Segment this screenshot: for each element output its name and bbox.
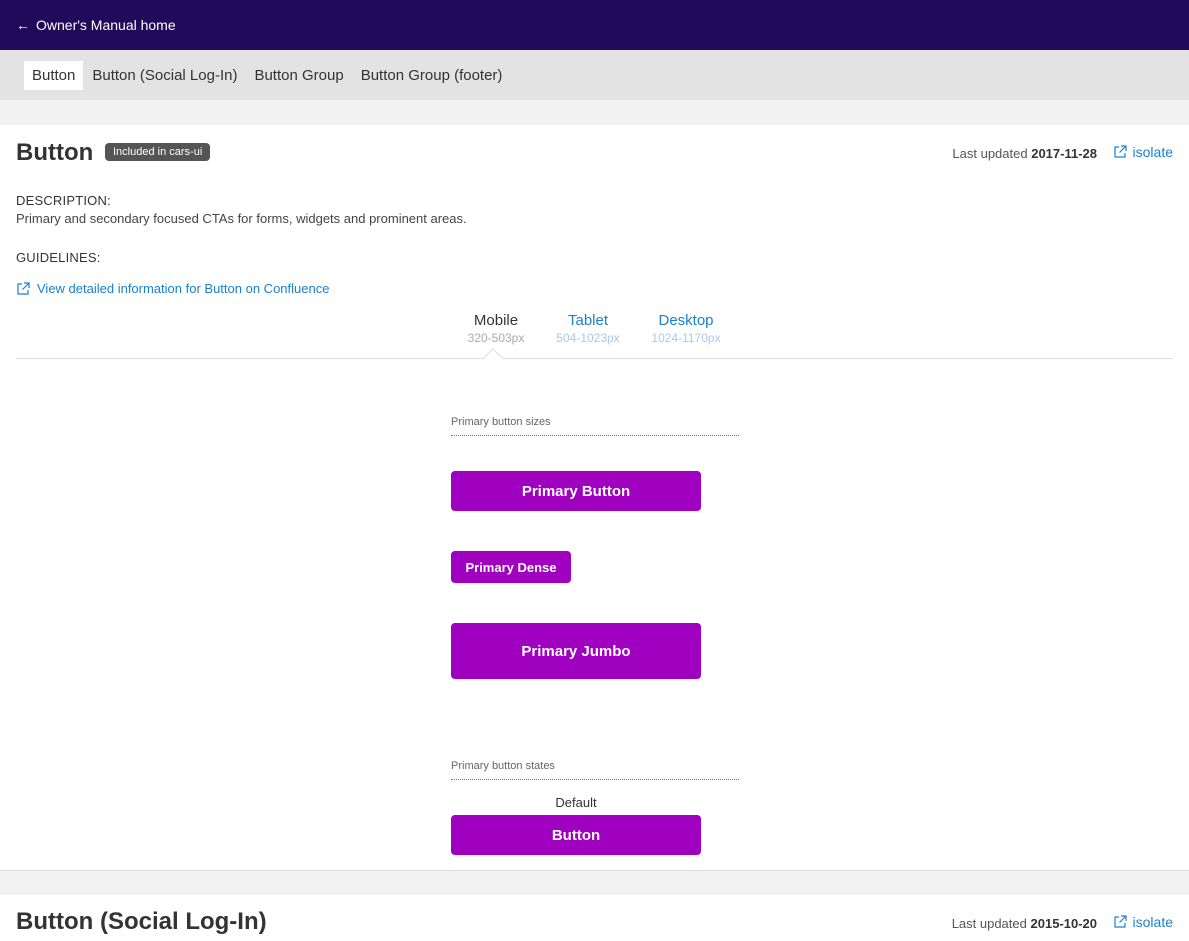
primary-dense-button[interactable]: Primary Dense	[451, 551, 571, 583]
tab-tablet[interactable]: Tablet 504-1023px	[548, 312, 628, 345]
confluence-link-label: View detailed information for Button on …	[37, 281, 330, 296]
sizes-section-label: Primary button sizes	[451, 416, 739, 436]
breakpoint-divider	[16, 358, 1173, 359]
description-text: Primary and secondary focused CTAs for f…	[16, 211, 467, 226]
breakpoint-name: Desktop	[658, 312, 714, 329]
primary-button[interactable]: Primary Button	[451, 471, 701, 511]
external-link-icon	[17, 281, 30, 295]
breakpoint-name: Tablet	[567, 312, 609, 329]
next-last-updated: Last updated 2015-10-20	[952, 916, 1097, 931]
breakpoint-range: 320-503px	[467, 331, 525, 345]
top-bar: ← Owner's Manual home	[0, 0, 1189, 50]
isolate-link[interactable]: isolate	[1113, 144, 1173, 160]
component-title: Button	[16, 139, 94, 166]
tab-button-group[interactable]: Button Group	[246, 61, 351, 90]
owners-manual-home-link[interactable]: ← Owner's Manual home	[16, 17, 176, 33]
tab-desktop[interactable]: Desktop 1024-1170px	[644, 312, 728, 345]
guidelines-heading: GUIDELINES:	[16, 250, 101, 265]
primary-jumbo-button[interactable]: Primary Jumbo	[451, 623, 701, 679]
external-link-icon	[1113, 145, 1127, 158]
next-isolate-link[interactable]: isolate	[1113, 914, 1173, 930]
last-updated: Last updated 2017-11-28	[952, 146, 1097, 161]
component-tabs: Button Button (Social Log-In) Button Gro…	[0, 50, 1189, 100]
arrow-left-icon: ←	[16, 17, 30, 33]
last-updated-date: 2015-10-20	[1030, 916, 1098, 931]
tab-button-group-footer[interactable]: Button Group (footer)	[353, 61, 511, 90]
states-section-label: Primary button states	[451, 760, 739, 780]
component-card: Button Included in cars-ui Last updated …	[0, 125, 1189, 871]
external-link-icon	[1113, 915, 1127, 928]
breakpoint-name: Mobile	[473, 312, 519, 329]
tab-button[interactable]: Button	[24, 60, 84, 90]
breakpoint-range: 504-1023px	[556, 331, 620, 345]
next-component-card: Button (Social Log-In) Last updated 2015…	[0, 895, 1189, 941]
last-updated-prefix: Last updated	[952, 146, 1028, 161]
home-link-label: Owner's Manual home	[36, 17, 176, 33]
confluence-link[interactable]: View detailed information for Button on …	[16, 281, 329, 296]
tab-button-social-login[interactable]: Button (Social Log-In)	[84, 61, 245, 90]
breakpoint-tabs: Mobile 320-503px Tablet 504-1023px Deskt…	[0, 312, 1189, 360]
last-updated-prefix: Last updated	[951, 916, 1027, 931]
description-heading: DESCRIPTION:	[16, 193, 111, 208]
tab-mobile[interactable]: Mobile 320-503px	[460, 312, 532, 345]
state-label-default: Default	[555, 795, 597, 810]
included-badge: Included in cars-ui	[105, 143, 211, 161]
breakpoint-range: 1024-1170px	[651, 331, 721, 345]
next-component-title: Button (Social Log-In)	[16, 908, 267, 935]
last-updated-date: 2017-11-28	[1031, 146, 1097, 161]
isolate-label: isolate	[1132, 914, 1173, 930]
default-state-button[interactable]: Button	[451, 815, 701, 855]
isolate-label: isolate	[1132, 144, 1173, 160]
